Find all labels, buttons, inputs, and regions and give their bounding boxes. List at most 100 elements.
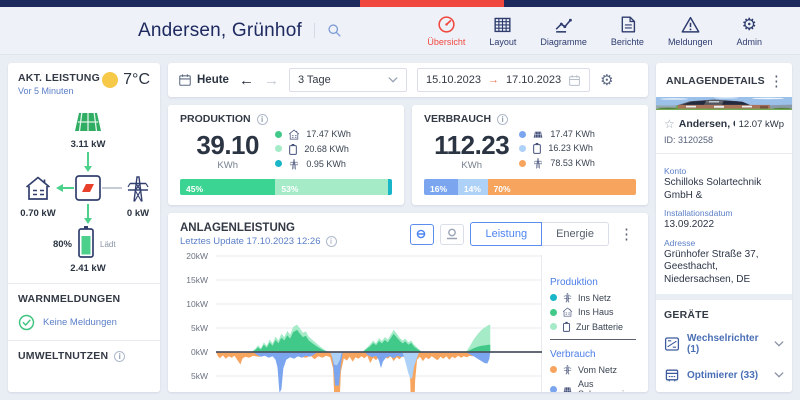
details-menu-kebab-icon[interactable]: ⋮ (767, 72, 786, 90)
inverter-icon (664, 336, 680, 352)
consumption-title: VERBRAUCH (424, 113, 492, 125)
date-to: 17.10.2023 (506, 74, 562, 86)
device-row-wechselrichter[interactable]: Wechselrichter (1) (664, 333, 784, 355)
document-icon (618, 15, 637, 34)
range-select[interactable]: 3 Tage (288, 68, 407, 92)
today-button[interactable]: Heute (178, 73, 229, 87)
check-circle-icon (18, 314, 35, 331)
optimizer-icon (664, 367, 680, 383)
solar-panel-icon (74, 112, 102, 132)
battery-icon (288, 143, 298, 155)
toggle-leistung[interactable]: Leistung (470, 222, 543, 246)
temperature: 7°C (123, 71, 150, 88)
nav-item-meldungen[interactable]: Meldungen (667, 15, 713, 47)
nav-item-layout[interactable]: Layout (489, 15, 516, 47)
production-total: 39.10 (196, 130, 259, 160)
y-axis-tick: 10kW (186, 299, 208, 309)
date-from: 15.10.2023 (425, 74, 482, 86)
energy-flow-diagram: 3.11 kW 0.70 kW 0 kW 80% Lädt 2.41 kW (20, 112, 149, 274)
info-icon[interactable]: i (256, 113, 268, 125)
field-value: Grünhofer Straße 37, Geesthacht, Nieders… (664, 248, 759, 285)
grid-power: 0 kW (127, 208, 149, 219)
app-header: Andersen, Grünhof Übersicht Layout Diagr… (0, 7, 800, 55)
main-nav: Übersicht Layout Diagramme Berichte Meld… (427, 15, 762, 47)
battery-icon (532, 142, 542, 154)
devices-title: GERÄTE (664, 309, 709, 321)
plant-details-panel: ANLAGENDETAILS ⋮ ☆ Andersen, 12.07 kWp I… (656, 63, 792, 392)
calendar-icon (178, 73, 192, 87)
plant-kwp: 12.07 kWp (738, 118, 784, 130)
chart-menu-kebab-icon[interactable]: ⋮ (617, 225, 636, 243)
environment-title: UMWELTNUTZEN (18, 350, 109, 362)
warning-triangle-icon (681, 15, 700, 34)
consumption-distribution-bar: 16% 14% 70% (424, 179, 636, 195)
nav-label: Admin (736, 36, 762, 47)
legend-item: 78.53 KWh (519, 157, 636, 169)
info-icon[interactable]: i (325, 236, 337, 247)
chart-y-axis: 20kW15kW10kW5kW0kW5kW10kW (180, 251, 216, 392)
legend-item: 16.23 KWh (519, 142, 636, 154)
devices-section: GERÄTE Wechselrichter (1) Optimierer (33… (656, 294, 792, 392)
chart-legend: Produktion Ins Netz Ins Haus Zur Batteri… (542, 255, 636, 392)
legend-item-zur-batterie[interactable]: Zur Batterie (550, 321, 636, 332)
zoom-selection-button[interactable] (410, 223, 435, 245)
power-chart[interactable] (216, 255, 542, 392)
device-row-optimierer[interactable]: Optimierer (33) (664, 367, 784, 383)
today-label: Heute (197, 74, 229, 86)
weather-sun-icon (102, 72, 119, 88)
nav-item-diagramme[interactable]: Diagramme (540, 15, 587, 47)
prev-period-button[interactable]: ← (239, 73, 254, 88)
nav-label: Übersicht (427, 36, 466, 47)
legend-item-vom-netz[interactable]: Vom Netz (550, 364, 636, 375)
production-title: PRODUKTION (180, 113, 251, 125)
nav-label: Meldungen (667, 36, 713, 47)
tower-icon (562, 292, 573, 303)
pv-power: 3.11 kW (71, 139, 106, 150)
date-range-input[interactable]: 15.10.2023 → 17.10.2023 (416, 68, 591, 92)
y-axis-tick: 5kW (191, 371, 208, 381)
zoom-reset-button[interactable] (440, 223, 465, 245)
warnings-status: Keine Meldungen (43, 317, 117, 328)
tower-icon (562, 364, 573, 375)
legend-item-ins-netz[interactable]: Ins Netz (550, 292, 636, 303)
favorite-star-icon[interactable]: ☆ (664, 117, 675, 131)
plant-details-title: ANLAGENDETAILS (666, 75, 765, 87)
chevron-down-icon (774, 341, 784, 347)
legend-production-title: Produktion (550, 277, 598, 288)
current-power-panel: AKT. LEISTUNG Vor 5 Minuten 7°C 3.11 kW … (8, 63, 160, 392)
y-axis-tick: 0kW (191, 347, 208, 357)
nav-item-admin[interactable]: ⚙ Admin (736, 15, 762, 47)
legend-item-ins-haus[interactable]: Ins Haus (550, 307, 636, 317)
environment-value-2: 28K (98, 388, 130, 392)
toggle-energie[interactable]: Energie (542, 222, 609, 246)
warnings-title: WARNMELDUNGEN (18, 293, 121, 305)
production-unit: KWh (217, 160, 238, 171)
legend-item: 17.47 KWh (275, 129, 392, 140)
battery-state: Lädt (100, 240, 116, 249)
toolbar-settings-gear-icon[interactable]: ⚙ (600, 71, 613, 89)
y-axis-tick: 20kW (186, 251, 208, 261)
next-period-button[interactable]: → (264, 73, 279, 88)
environment-value-1: 4K (38, 388, 58, 392)
field-label: Konto (664, 166, 687, 176)
plant-photo (656, 97, 792, 110)
calendar-icon (568, 74, 581, 87)
search-button[interactable] (313, 23, 342, 38)
field-value: Schilloks Solartechnik GmbH & (664, 177, 762, 201)
plant-performance-card: ANLAGENLEISTUNG Letztes Update 17.10.202… (168, 213, 648, 392)
nav-item-berichte[interactable]: Berichte (611, 15, 644, 47)
legend-item: 17.47 KWh (519, 129, 636, 139)
solar-panel-icon (532, 129, 544, 139)
production-distribution-bar: 45% 53% (180, 179, 392, 195)
chart-mode-toggle: Leistung Energie (470, 222, 609, 246)
nav-label: Layout (489, 36, 517, 47)
info-icon[interactable]: i (114, 350, 126, 362)
field-value: 13.09.2022 (664, 219, 715, 230)
y-axis-tick: 15kW (186, 275, 208, 285)
info-icon[interactable]: i (497, 113, 509, 125)
legend-item-aus-solarenergie[interactable]: Aus Solarenergie (550, 379, 636, 392)
legend-consumption-title: Verbrauch (550, 349, 596, 360)
legend-item: 0.95 KWh (275, 158, 392, 170)
production-card: PRODUKTION i 39.10 KWh 17.47 KWh 20.68 K… (168, 105, 404, 205)
nav-item-uebersicht[interactable]: Übersicht (427, 15, 465, 47)
